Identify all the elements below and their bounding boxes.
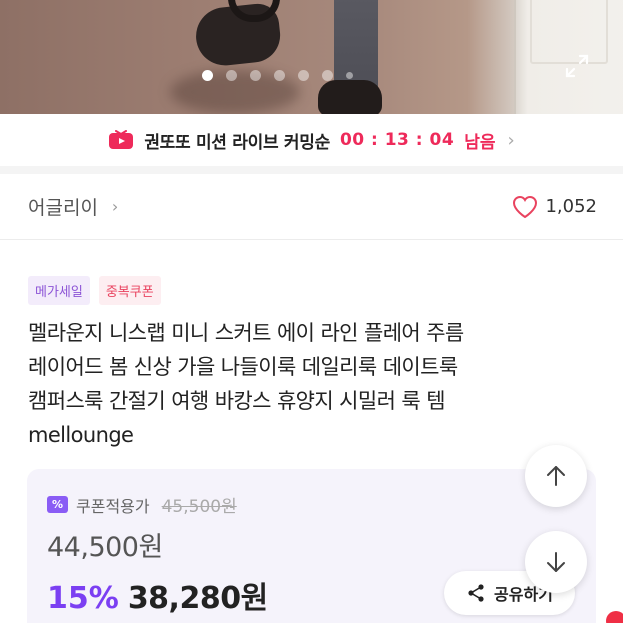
share-icon [468, 584, 484, 602]
product-title-line: 캠퍼스룩 간절기 여행 바캉스 휴양지 시밀러 룩 템 [28, 389, 446, 413]
chevron-right-icon: › [507, 129, 515, 151]
live-countdown-suffix: 남음 [464, 132, 496, 153]
expand-icon[interactable] [563, 52, 591, 80]
discount-rate: 15% [47, 581, 119, 616]
store-link[interactable]: 어글리이 › [28, 193, 118, 220]
tag-double-coupon: 중복쿠폰 [98, 276, 161, 305]
carousel-dot [250, 70, 261, 81]
product-title-line: 레이어드 봄 신상 가을 나들이룩 데일리룩 데이트룩 [28, 355, 458, 379]
sale-price: 44,500원 [47, 532, 163, 563]
carousel-dot [274, 70, 285, 81]
coupon-price-label: 쿠폰적용가 [76, 496, 150, 516]
carousel-dot [226, 70, 237, 81]
live-banner[interactable]: 권또또 미션 라이브 커밍순 00 : 13 : 04 남음 › [0, 114, 623, 174]
product-title: 멜라운지 니스랩 미니 스커트 에이 라인 플레어 주름 레이어드 봄 신상 가… [28, 316, 588, 452]
heart-icon [513, 195, 538, 218]
store-name: 어글리이 [28, 197, 98, 219]
carousel-indicator [202, 70, 353, 81]
product-tags: 메가세일 중복쿠폰 [28, 276, 161, 305]
tag-mega-sale: 메가세일 [28, 276, 90, 305]
arrow-down-icon [547, 552, 565, 572]
coupon-icon: % [47, 496, 68, 513]
live-tv-icon [109, 130, 134, 149]
store-row: 어글리이 › 1,052 [0, 174, 623, 240]
live-title: 권또또 미션 라이브 커밍순 [144, 132, 330, 153]
coupon-price-row: % 쿠폰적용가 45,500원 [47, 492, 237, 517]
product-title-line: 멜라운지 니스랩 미니 스커트 에이 라인 플레어 주름 [28, 321, 464, 345]
original-price: 45,500원 [161, 497, 237, 517]
scroll-down-button[interactable] [525, 531, 587, 593]
photo-shoe-right [318, 80, 382, 114]
carousel-dot [298, 70, 309, 81]
carousel-dot [346, 72, 353, 79]
live-countdown: 00 : 13 : 04 [339, 130, 455, 150]
scroll-up-button[interactable] [525, 445, 587, 507]
product-image-carousel[interactable] [0, 0, 623, 114]
carousel-dot [322, 70, 333, 81]
final-price: 38,280원 [127, 581, 268, 616]
arrow-up-icon [547, 466, 565, 486]
like-button[interactable]: 1,052 [512, 195, 597, 219]
notification-dot [606, 611, 623, 623]
product-title-line: mellounge [28, 423, 134, 447]
final-price-row: 15% 38,280원 [47, 573, 268, 617]
carousel-dot-active [202, 70, 213, 81]
like-count: 1,052 [545, 196, 597, 217]
chevron-right-icon: › [111, 197, 119, 216]
